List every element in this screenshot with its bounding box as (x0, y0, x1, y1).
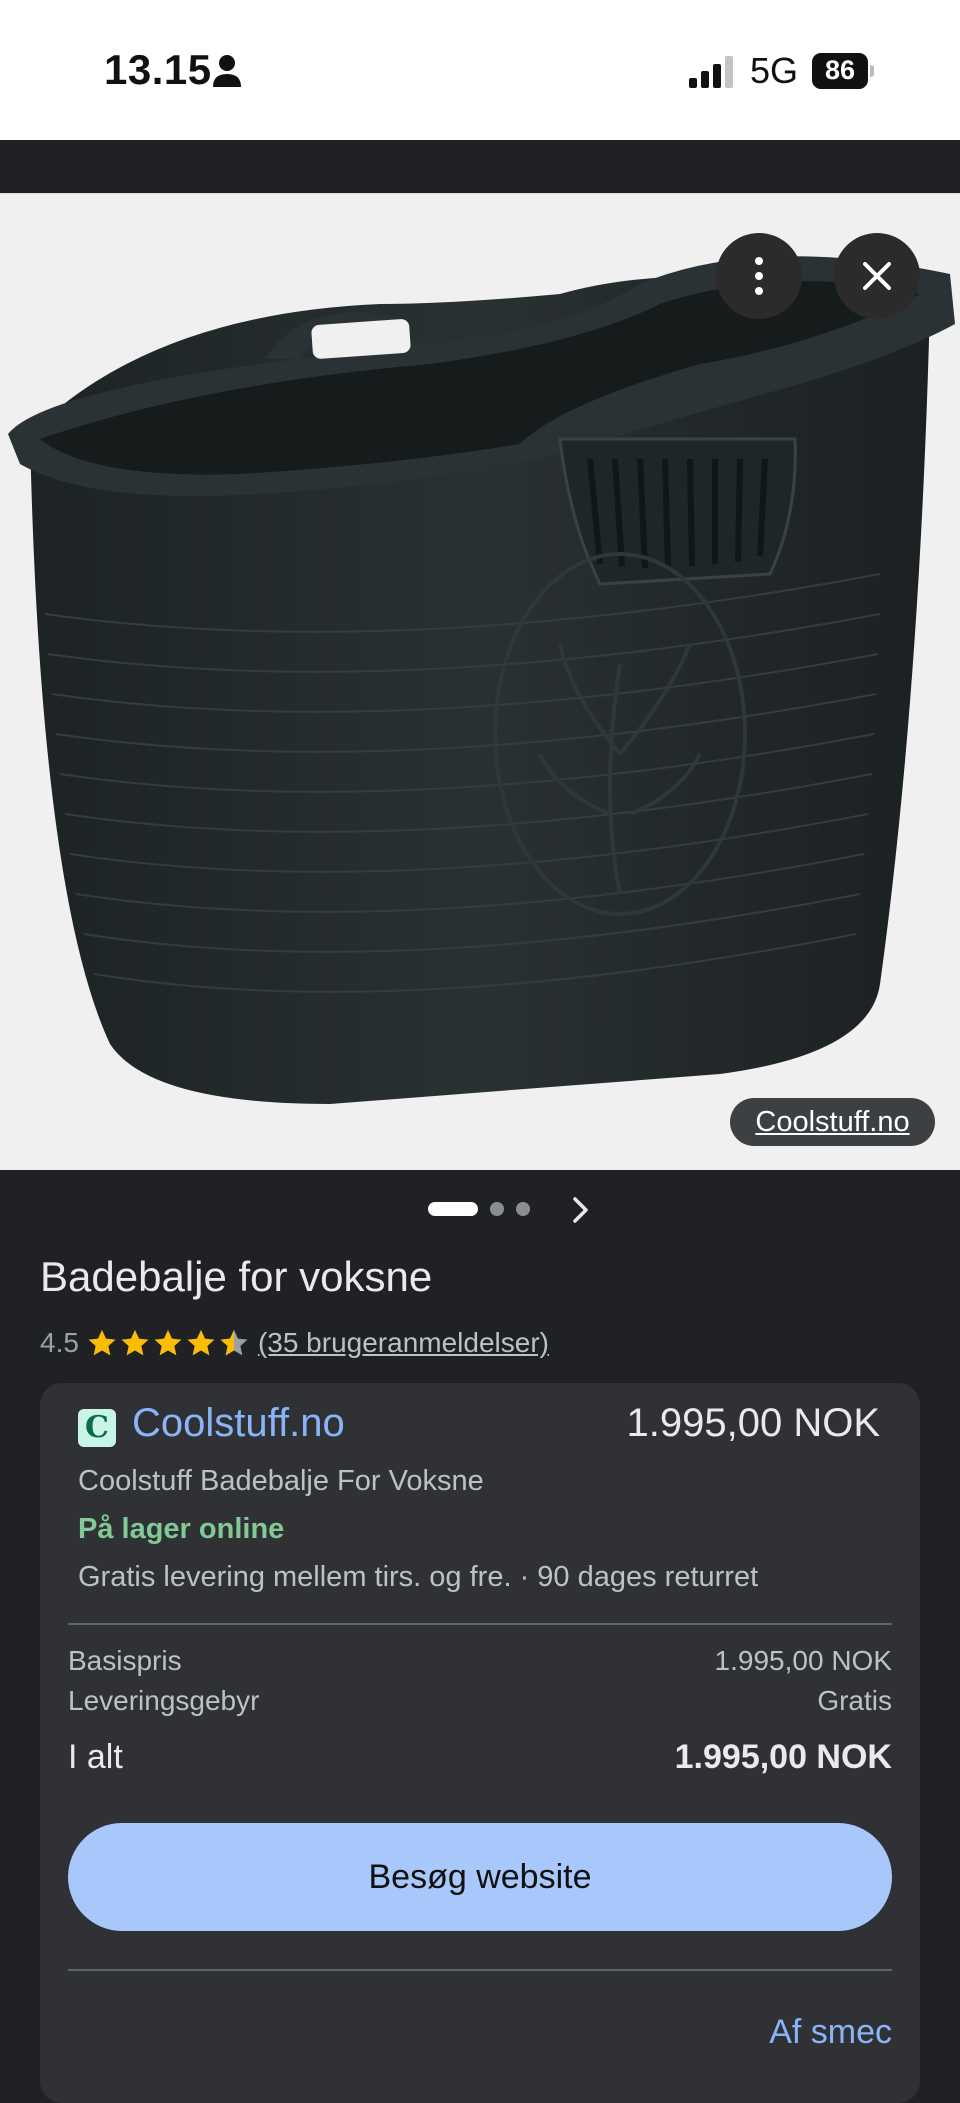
cellular-signal-icon (689, 56, 733, 88)
pager-dot-active[interactable] (428, 1202, 478, 1216)
rating-row: 4.5 (35 brugeranmeldelser) (40, 1323, 549, 1363)
url-bar[interactable]: google.com (0, 140, 960, 177)
offer-card: C Coolstuff.no 1.995,00 NOK Coolstuff Ba… (40, 1383, 920, 2103)
close-icon (863, 262, 891, 290)
star-icon (88, 1329, 116, 1356)
star-icon (154, 1329, 182, 1356)
divider (68, 1623, 892, 1625)
bathtub-image (8, 256, 955, 1104)
stock-status: På lager online (78, 1513, 285, 1545)
image-source-link[interactable]: Coolstuff.no (730, 1098, 935, 1146)
person-icon (213, 55, 241, 87)
delivery-fee-value: Gratis (817, 1685, 892, 1716)
base-price-label: Basispris (68, 1645, 182, 1676)
star-half-icon (220, 1329, 248, 1356)
total-value: 1.995,00 NOK (674, 1738, 892, 1776)
more-options-button[interactable] (716, 233, 802, 319)
reviews-link[interactable]: (35 brugeranmeldelser) (258, 1327, 549, 1359)
rating-value: 4.5 (40, 1327, 79, 1358)
seller-link[interactable]: Af smec (769, 2013, 892, 2052)
offer-price: 1.995,00 NOK (626, 1401, 881, 1445)
star-icon (187, 1329, 215, 1356)
chevron-right-icon[interactable] (570, 1194, 592, 1226)
battery-icon: 86 (812, 53, 876, 89)
status-time: 13.15 (104, 46, 212, 93)
star-icon (121, 1329, 149, 1356)
merchant-link[interactable]: Coolstuff.no (132, 1401, 345, 1446)
star-rating (87, 1328, 252, 1358)
divider (68, 1969, 892, 1971)
pager-dot[interactable] (516, 1202, 530, 1216)
shipping-info: Gratis levering mellem tirs. og fre. · 9… (78, 1561, 759, 1593)
more-vert-icon-dot (755, 287, 763, 295)
offer-product-name: Coolstuff Badebalje For Voksne (78, 1465, 484, 1497)
battery-level: 86 (824, 55, 856, 85)
merchant-favicon-icon: C (78, 1409, 116, 1447)
product-title: Badebalje for voksne (40, 1253, 433, 1300)
pager-dot[interactable] (490, 1202, 504, 1216)
total-label: I alt (68, 1738, 123, 1776)
status-bar: 13.15 5G 86 google.com (0, 0, 960, 176)
base-price-value: 1.995,00 NOK (714, 1645, 892, 1676)
network-type: 5G (750, 50, 799, 91)
delivery-fee-label: Leveringsgebyr (68, 1685, 260, 1716)
more-vert-icon-dot (755, 272, 763, 280)
image-pager[interactable] (0, 1188, 960, 1232)
product-image[interactable]: Coolstuff.no (0, 194, 960, 1170)
close-button[interactable] (834, 233, 920, 319)
more-vert-icon (755, 257, 763, 265)
visit-website-button[interactable]: Besøg website (68, 1823, 892, 1931)
